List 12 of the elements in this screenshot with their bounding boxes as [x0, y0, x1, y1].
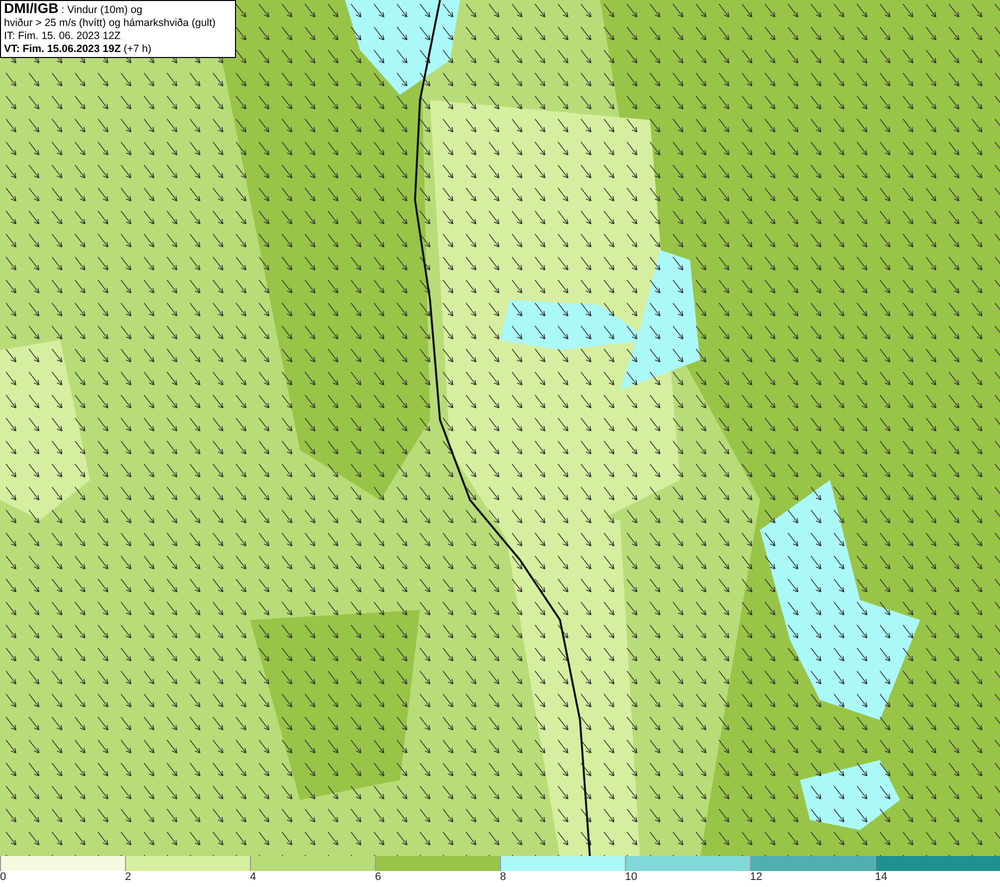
legend-tick-label: 4 — [250, 871, 256, 884]
legend-tick-label: 12 — [750, 871, 762, 884]
legend-tick-label: 0 — [0, 871, 6, 884]
legend-tick-label: 2 — [125, 871, 132, 884]
info-text: IT: Fim. 15. 06. 2023 12Z — [4, 30, 122, 43]
legend-tick-label: 10 — [625, 871, 638, 884]
info-text: hviður > 25 m/s (hvítt) og hámarkshviða (gult) — [4, 17, 217, 30]
legend-tick-label: 8 — [500, 871, 506, 884]
info-text: DMI/IGB : Vindur (10m) og — [4, 2, 144, 17]
legend-tick-label: 6 — [375, 871, 382, 884]
legend-tick-label: 14 — [875, 871, 888, 884]
info-text: VT: Fim. 15.06.2023 19Z (+7 h) — [4, 43, 152, 56]
